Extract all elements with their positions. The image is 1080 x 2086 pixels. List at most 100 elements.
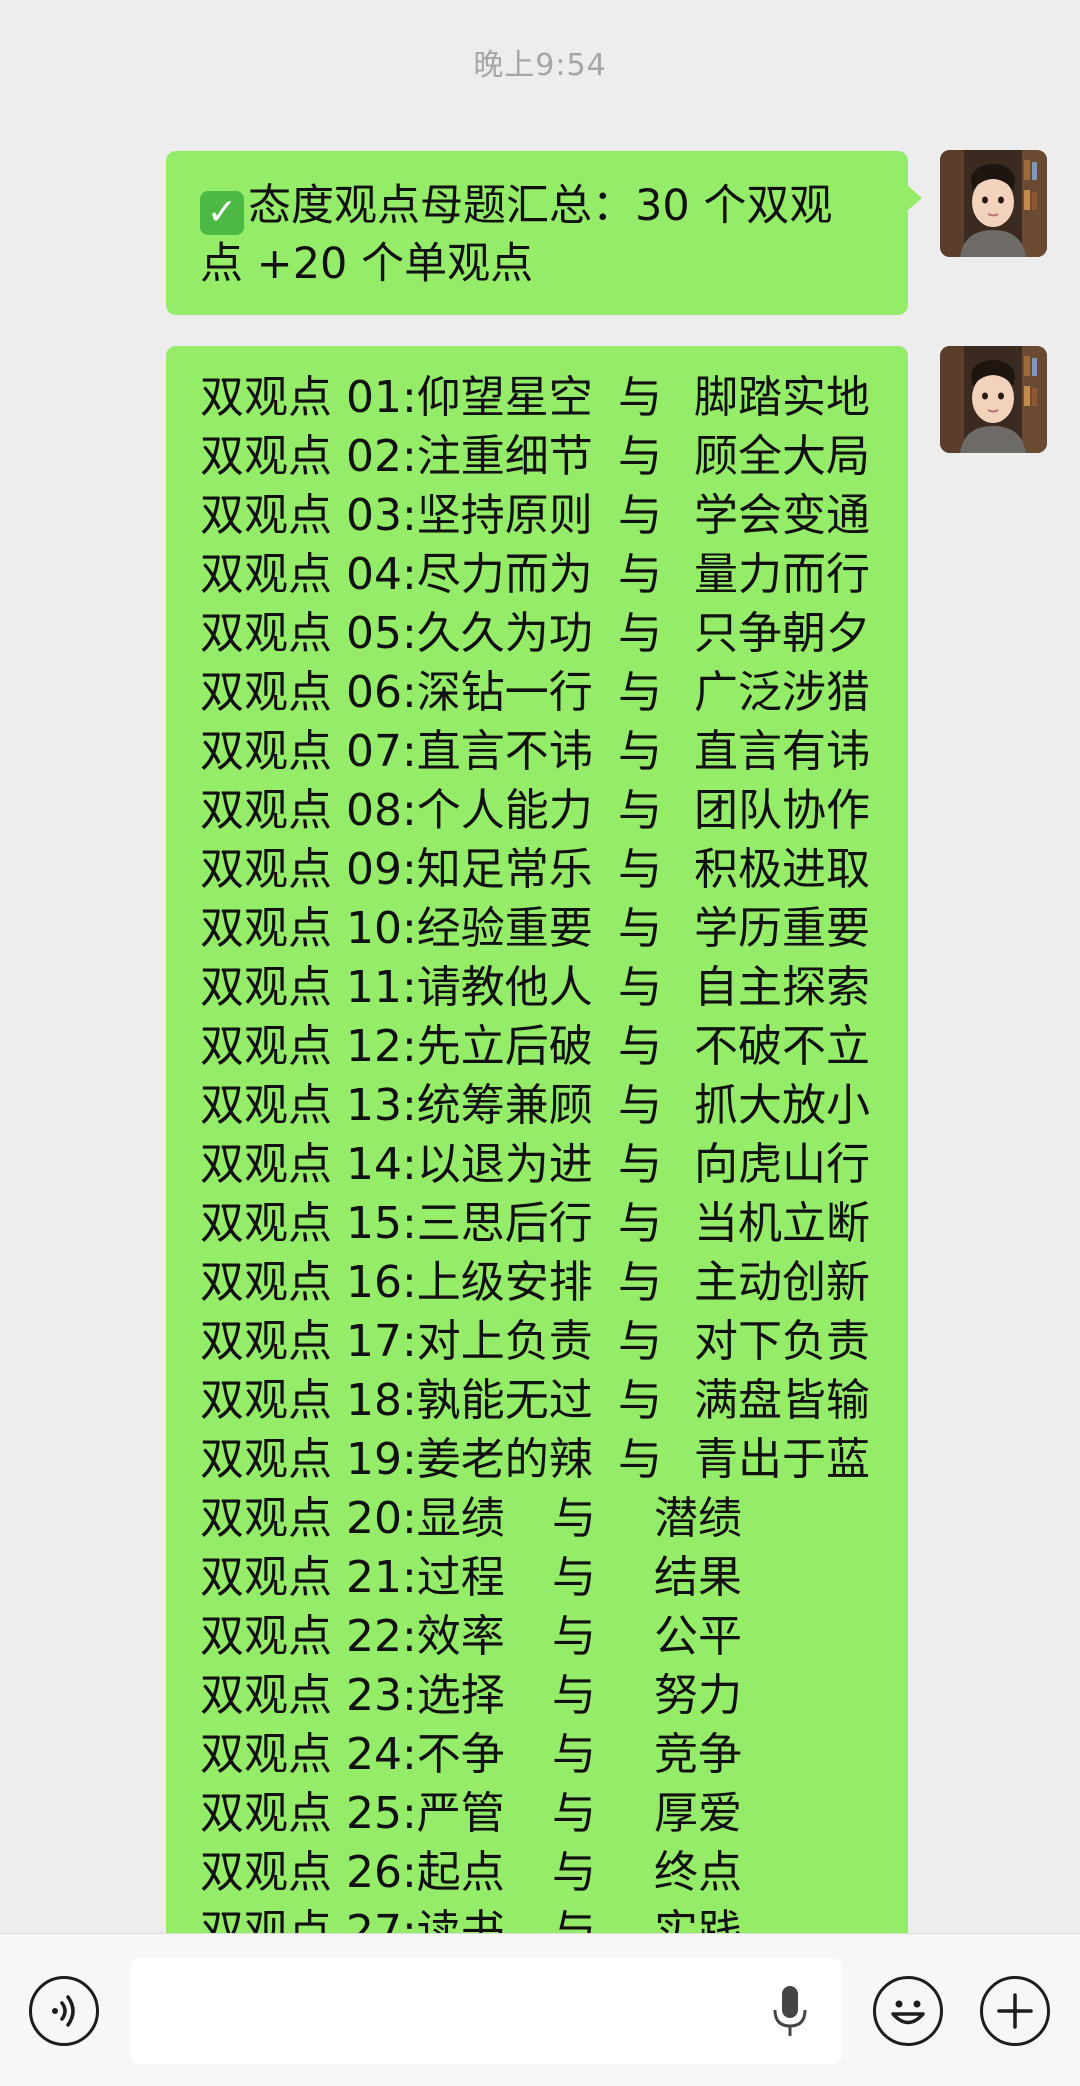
list-item: 双观点 20:显绩与 潜绩	[200, 1489, 908, 1548]
item-label: 双观点 02:注重细节	[200, 431, 593, 482]
mic-icon[interactable]	[770, 1984, 810, 2040]
list-item: 双观点 19:姜老的辣与青出于蓝	[200, 1430, 908, 1489]
list-item: 双观点 16:上级安排与主动创新	[200, 1253, 908, 1312]
timestamp: 晚上9:54	[473, 48, 607, 83]
list-item: 双观点 25:严管与 厚爱	[200, 1784, 908, 1843]
message-bubble-list[interactable]: 双观点 01:仰望星空与脚踏实地 双观点 02:注重细节与顾全大局 双观点 03:坚…	[166, 346, 908, 1946]
item-connector: 与	[618, 903, 662, 954]
item-connector: 与	[618, 1021, 662, 1072]
list-item: 双观点 17:对上负责与对下负责	[200, 1312, 908, 1371]
item-connector: 与	[618, 1139, 662, 1190]
item-opposite: 学历重要	[694, 903, 870, 954]
item-label: 双观点 11:请教他人	[200, 962, 593, 1013]
message-input[interactable]	[130, 1958, 842, 2064]
message-text: 态度观点母题汇总：30 个双观点 +20 个单观点	[200, 181, 833, 289]
item-connector: 与	[618, 431, 662, 482]
item-connector: 与	[552, 1847, 596, 1898]
list-item: 双观点 21:过程与 结果	[200, 1548, 908, 1607]
voice-button[interactable]	[29, 1976, 99, 2046]
item-label: 双观点 05:久久为功	[200, 608, 593, 659]
item-label: 双观点 21:过程	[200, 1552, 505, 1603]
list-item: 双观点 13:统筹兼顾与抓大放小	[200, 1076, 908, 1135]
item-label: 双观点 09:知足常乐	[200, 844, 593, 895]
item-connector: 与	[552, 1611, 596, 1662]
item-opposite: 努力	[654, 1670, 742, 1721]
item-opposite: 对下负责	[694, 1316, 870, 1367]
item-opposite: 只争朝夕	[694, 608, 870, 659]
item-label: 双观点 26:起点	[200, 1847, 505, 1898]
item-connector: 与	[618, 608, 662, 659]
item-opposite: 公平	[654, 1611, 742, 1662]
voice-icon	[52, 1995, 75, 2027]
list-item: 双观点 10:经验重要与学历重要	[200, 899, 908, 958]
item-label: 双观点 24:不争	[200, 1729, 505, 1780]
item-connector: 与	[618, 667, 662, 718]
item-connector: 与	[618, 1257, 662, 1308]
item-label: 双观点 06:深钻一行	[200, 667, 593, 718]
item-connector: 与	[618, 372, 662, 423]
item-opposite: 顾全大局	[694, 431, 870, 482]
message-bubble-title[interactable]: ✓ 态度观点母题汇总：30 个双观点 +20 个单观点	[166, 151, 922, 315]
item-connector: 与	[618, 962, 662, 1013]
list-item: 双观点 14:以退为进与向虎山行	[200, 1135, 908, 1194]
avatar[interactable]	[940, 346, 1047, 453]
item-opposite: 抓大放小	[694, 1080, 870, 1131]
item-opposite: 广泛涉猎	[694, 667, 870, 718]
item-connector: 与	[552, 1493, 596, 1544]
emoji-button[interactable]	[873, 1976, 943, 2046]
list-item: 双观点 04:尽力而为与量力而行	[200, 545, 908, 604]
list-item: 双观点 24:不争与 竞争	[200, 1725, 908, 1784]
item-connector: 与	[618, 726, 662, 777]
list-item: 双观点 03:坚持原则与学会变通	[200, 486, 908, 545]
item-connector: 与	[618, 1375, 662, 1426]
item-connector: 与	[618, 844, 662, 895]
emoji-icon	[891, 2000, 925, 2025]
item-label: 双观点 12:先立后破	[200, 1021, 593, 1072]
plus-button[interactable]	[980, 1976, 1050, 2046]
list-item: 双观点 23:选择与 努力	[200, 1666, 908, 1725]
item-opposite: 结果	[654, 1552, 742, 1603]
list-item: 双观点 18:孰能无过与满盘皆输	[200, 1371, 908, 1430]
item-connector: 与	[552, 1729, 596, 1780]
item-opposite: 团队协作	[694, 785, 870, 836]
item-label: 双观点 01:仰望星空	[200, 372, 593, 423]
item-connector: 与	[552, 1670, 596, 1721]
item-connector: 与	[618, 549, 662, 600]
item-opposite: 青出于蓝	[694, 1434, 870, 1485]
item-label: 双观点 25:严管	[200, 1788, 505, 1839]
item-connector: 与	[552, 1552, 596, 1603]
item-label: 双观点 17:对上负责	[200, 1316, 593, 1367]
check-icon: ✓	[200, 191, 244, 235]
item-connector: 与	[618, 1198, 662, 1249]
item-opposite: 直言有讳	[694, 726, 870, 777]
item-label: 双观点 16:上级安排	[200, 1257, 593, 1308]
item-opposite: 潜绩	[654, 1493, 742, 1544]
item-label: 双观点 22:效率	[200, 1611, 505, 1662]
list-item: 双观点 22:效率与 公平	[200, 1607, 908, 1666]
item-opposite: 不破不立	[694, 1021, 870, 1072]
list-item: 双观点 26:起点与 终点	[200, 1843, 908, 1902]
item-opposite: 向虎山行	[694, 1139, 870, 1190]
list-item: 双观点 15:三思后行与当机立断	[200, 1194, 908, 1253]
item-opposite: 积极进取	[694, 844, 870, 895]
item-opposite: 当机立断	[694, 1198, 870, 1249]
input-bar	[0, 1933, 1080, 2086]
plus-icon	[997, 1993, 1033, 2029]
list-item: 双观点 11:请教他人与自主探索	[200, 958, 908, 1017]
item-label: 双观点 14:以退为进	[200, 1139, 593, 1190]
list-item: 双观点 06:深钻一行与广泛涉猎	[200, 663, 908, 722]
item-opposite: 自主探索	[694, 962, 870, 1013]
item-label: 双观点 19:姜老的辣	[200, 1434, 593, 1485]
item-connector: 与	[618, 1434, 662, 1485]
item-opposite: 竞争	[654, 1729, 742, 1780]
item-opposite: 终点	[654, 1847, 742, 1898]
list-item: 双观点 07:直言不讳与直言有讳	[200, 722, 908, 781]
item-connector: 与	[618, 1080, 662, 1131]
avatar[interactable]	[940, 150, 1047, 257]
list-item: 双观点 09:知足常乐与积极进取	[200, 840, 908, 899]
item-label: 双观点 15:三思后行	[200, 1198, 593, 1249]
item-opposite: 量力而行	[694, 549, 870, 600]
list-item: 双观点 12:先立后破与不破不立	[200, 1017, 908, 1076]
item-label: 双观点 07:直言不讳	[200, 726, 593, 777]
item-connector: 与	[552, 1788, 596, 1839]
